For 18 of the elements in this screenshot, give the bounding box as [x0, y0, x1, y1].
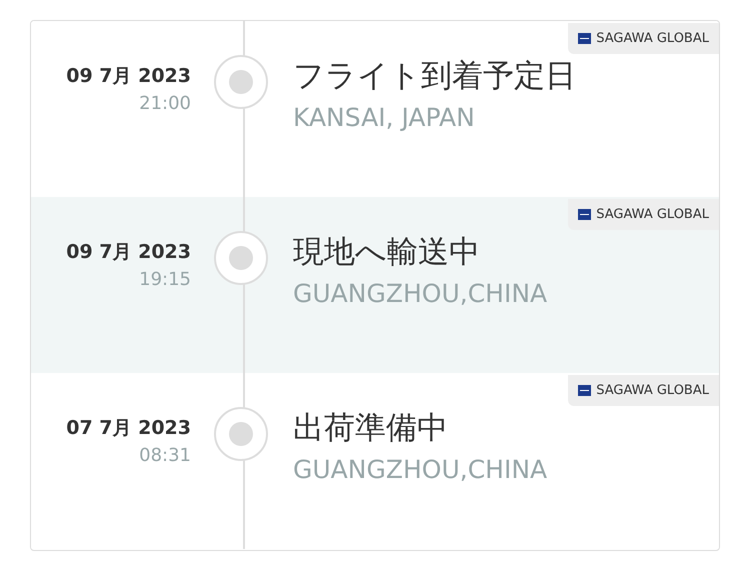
carrier-logo-icon — [578, 209, 592, 220]
event-location: KANSAI, JAPAN — [293, 103, 476, 132]
event-date: 09 7月 2023 — [66, 240, 191, 265]
carrier-logo-icon — [578, 33, 592, 44]
event-time: 19:15 — [139, 269, 191, 290]
event-time: 21:00 — [139, 93, 191, 114]
carrier-name: SAGAWA GLOBAL — [596, 383, 709, 398]
event-title: 出荷準備中 — [293, 409, 449, 448]
event-location: GUANGZHOU,CHINA — [293, 279, 548, 308]
carrier-logo-icon — [578, 385, 592, 396]
event-title: 現地へ輸送中 — [293, 233, 481, 272]
event-location: GUANGZHOU,CHINA — [293, 455, 548, 484]
carrier-name: SAGAWA GLOBAL — [596, 31, 709, 46]
event-time: 08:31 — [139, 445, 191, 466]
event-title: フライト到着予定日 — [293, 57, 577, 96]
event-date: 09 7月 2023 — [66, 64, 191, 89]
event-date: 07 7月 2023 — [66, 416, 191, 441]
carrier-name: SAGAWA GLOBAL — [596, 207, 709, 222]
